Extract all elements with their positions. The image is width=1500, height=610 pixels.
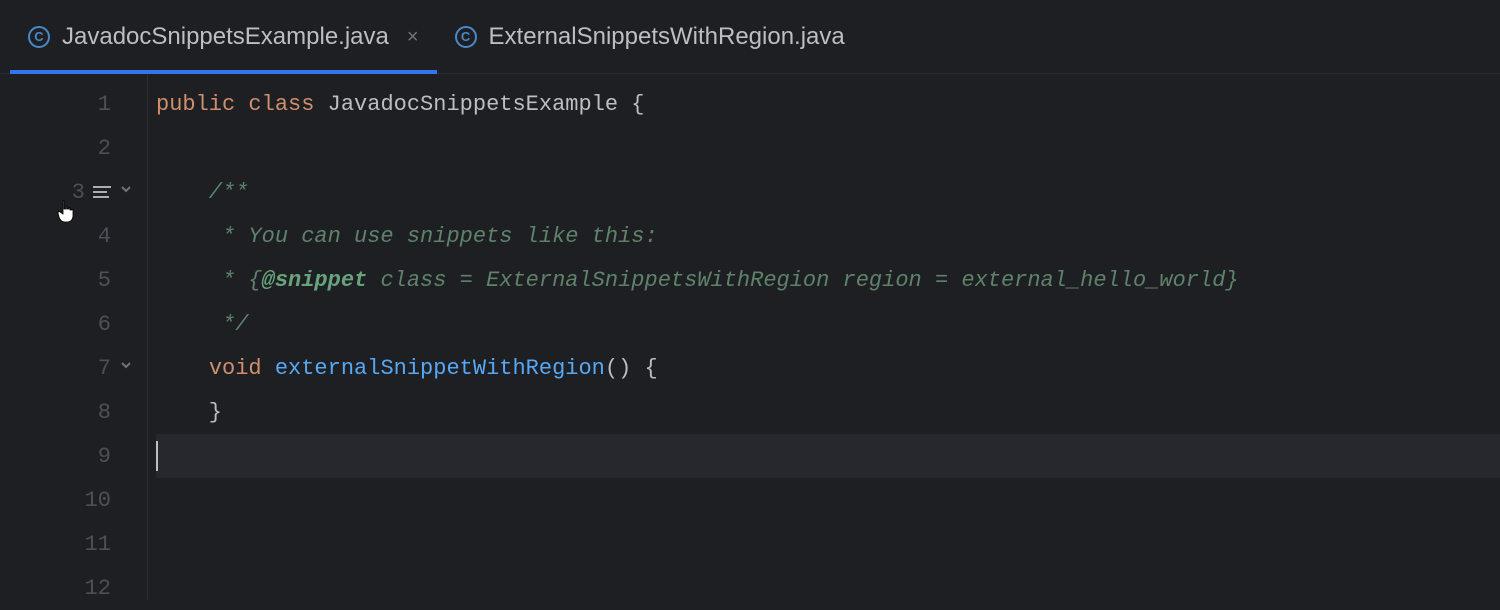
line-number: 10 [83,488,111,513]
code-token: () { [605,356,658,381]
code-line[interactable]: * You can use snippets like this: [156,214,1500,258]
code-token [235,92,248,117]
code-token [156,356,209,381]
line-number: 3 [57,180,85,205]
line-number: 7 [83,356,111,381]
code-line[interactable]: */ [156,302,1500,346]
gutter-row[interactable]: 3 [0,170,147,214]
fold-chevron-icon[interactable] [119,182,137,202]
tab-javadocsnippets[interactable]: C JavadocSnippetsExample.java × [10,0,437,73]
code-token: /** [156,180,248,205]
gutter-row[interactable]: 1 [0,82,147,126]
close-icon[interactable]: × [407,27,419,47]
line-number: 8 [83,400,111,425]
code-line[interactable]: void externalSnippetWithRegion() { [156,346,1500,390]
gutter-row[interactable]: 8 [0,390,147,434]
code-token: } [156,400,222,425]
tab-label: ExternalSnippetsWithRegion.java [489,23,845,51]
line-number: 1 [83,92,111,117]
code-line[interactable] [156,566,1500,610]
code-token [262,356,275,381]
gutter-row[interactable]: 2 [0,126,147,170]
line-number: 6 [83,312,111,337]
tab-bar: C JavadocSnippetsExample.java × C Extern… [0,0,1500,74]
code-token: * { [156,268,262,293]
code-line[interactable]: * {@snippet class = ExternalSnippetsWith… [156,258,1500,302]
code-line[interactable]: /** [156,170,1500,214]
code-token: * You can use snippets like this: [156,224,658,249]
code-token: JavadocSnippetsExample [328,92,618,117]
rendered-view-icon[interactable] [93,185,111,199]
text-caret [156,441,158,471]
code-line[interactable] [156,478,1500,522]
editor: 123456789101112 public class JavadocSnip… [0,74,1500,600]
gutter-row[interactable]: 9 [0,434,147,478]
code-token: public [156,92,235,117]
code-line[interactable] [156,434,1500,478]
code-token: externalSnippetWithRegion [275,356,605,381]
line-number: 2 [83,136,111,161]
line-number: 4 [83,224,111,249]
gutter-row[interactable]: 11 [0,522,147,566]
code-line[interactable] [156,522,1500,566]
code-token: class = ExternalSnippetsWithRegion regio… [367,268,1238,293]
class-icon: C [455,26,477,48]
line-number: 12 [83,576,111,601]
gutter-row[interactable]: 6 [0,302,147,346]
code-token: */ [156,312,248,337]
code-line[interactable] [156,126,1500,170]
tab-externalsnippets[interactable]: C ExternalSnippetsWithRegion.java [437,0,863,73]
code-token: class [248,92,314,117]
class-icon: C [28,26,50,48]
line-number: 11 [83,532,111,557]
fold-chevron-icon[interactable] [119,358,137,378]
line-number: 9 [83,444,111,469]
code-token: { [618,92,644,117]
code-line[interactable]: public class JavadocSnippetsExample { [156,82,1500,126]
code-area[interactable]: public class JavadocSnippetsExample { /*… [148,74,1500,600]
gutter-row[interactable]: 7 [0,346,147,390]
gutter-row[interactable]: 10 [0,478,147,522]
gutter-row[interactable]: 5 [0,258,147,302]
code-token: @snippet [262,268,368,293]
code-token [314,92,327,117]
line-number: 5 [83,268,111,293]
code-line[interactable]: } [156,390,1500,434]
tab-label: JavadocSnippetsExample.java [62,23,389,51]
gutter-row[interactable]: 12 [0,566,147,610]
gutter-row[interactable]: 4 [0,214,147,258]
gutter: 123456789101112 [0,74,148,600]
code-token: void [209,356,262,381]
